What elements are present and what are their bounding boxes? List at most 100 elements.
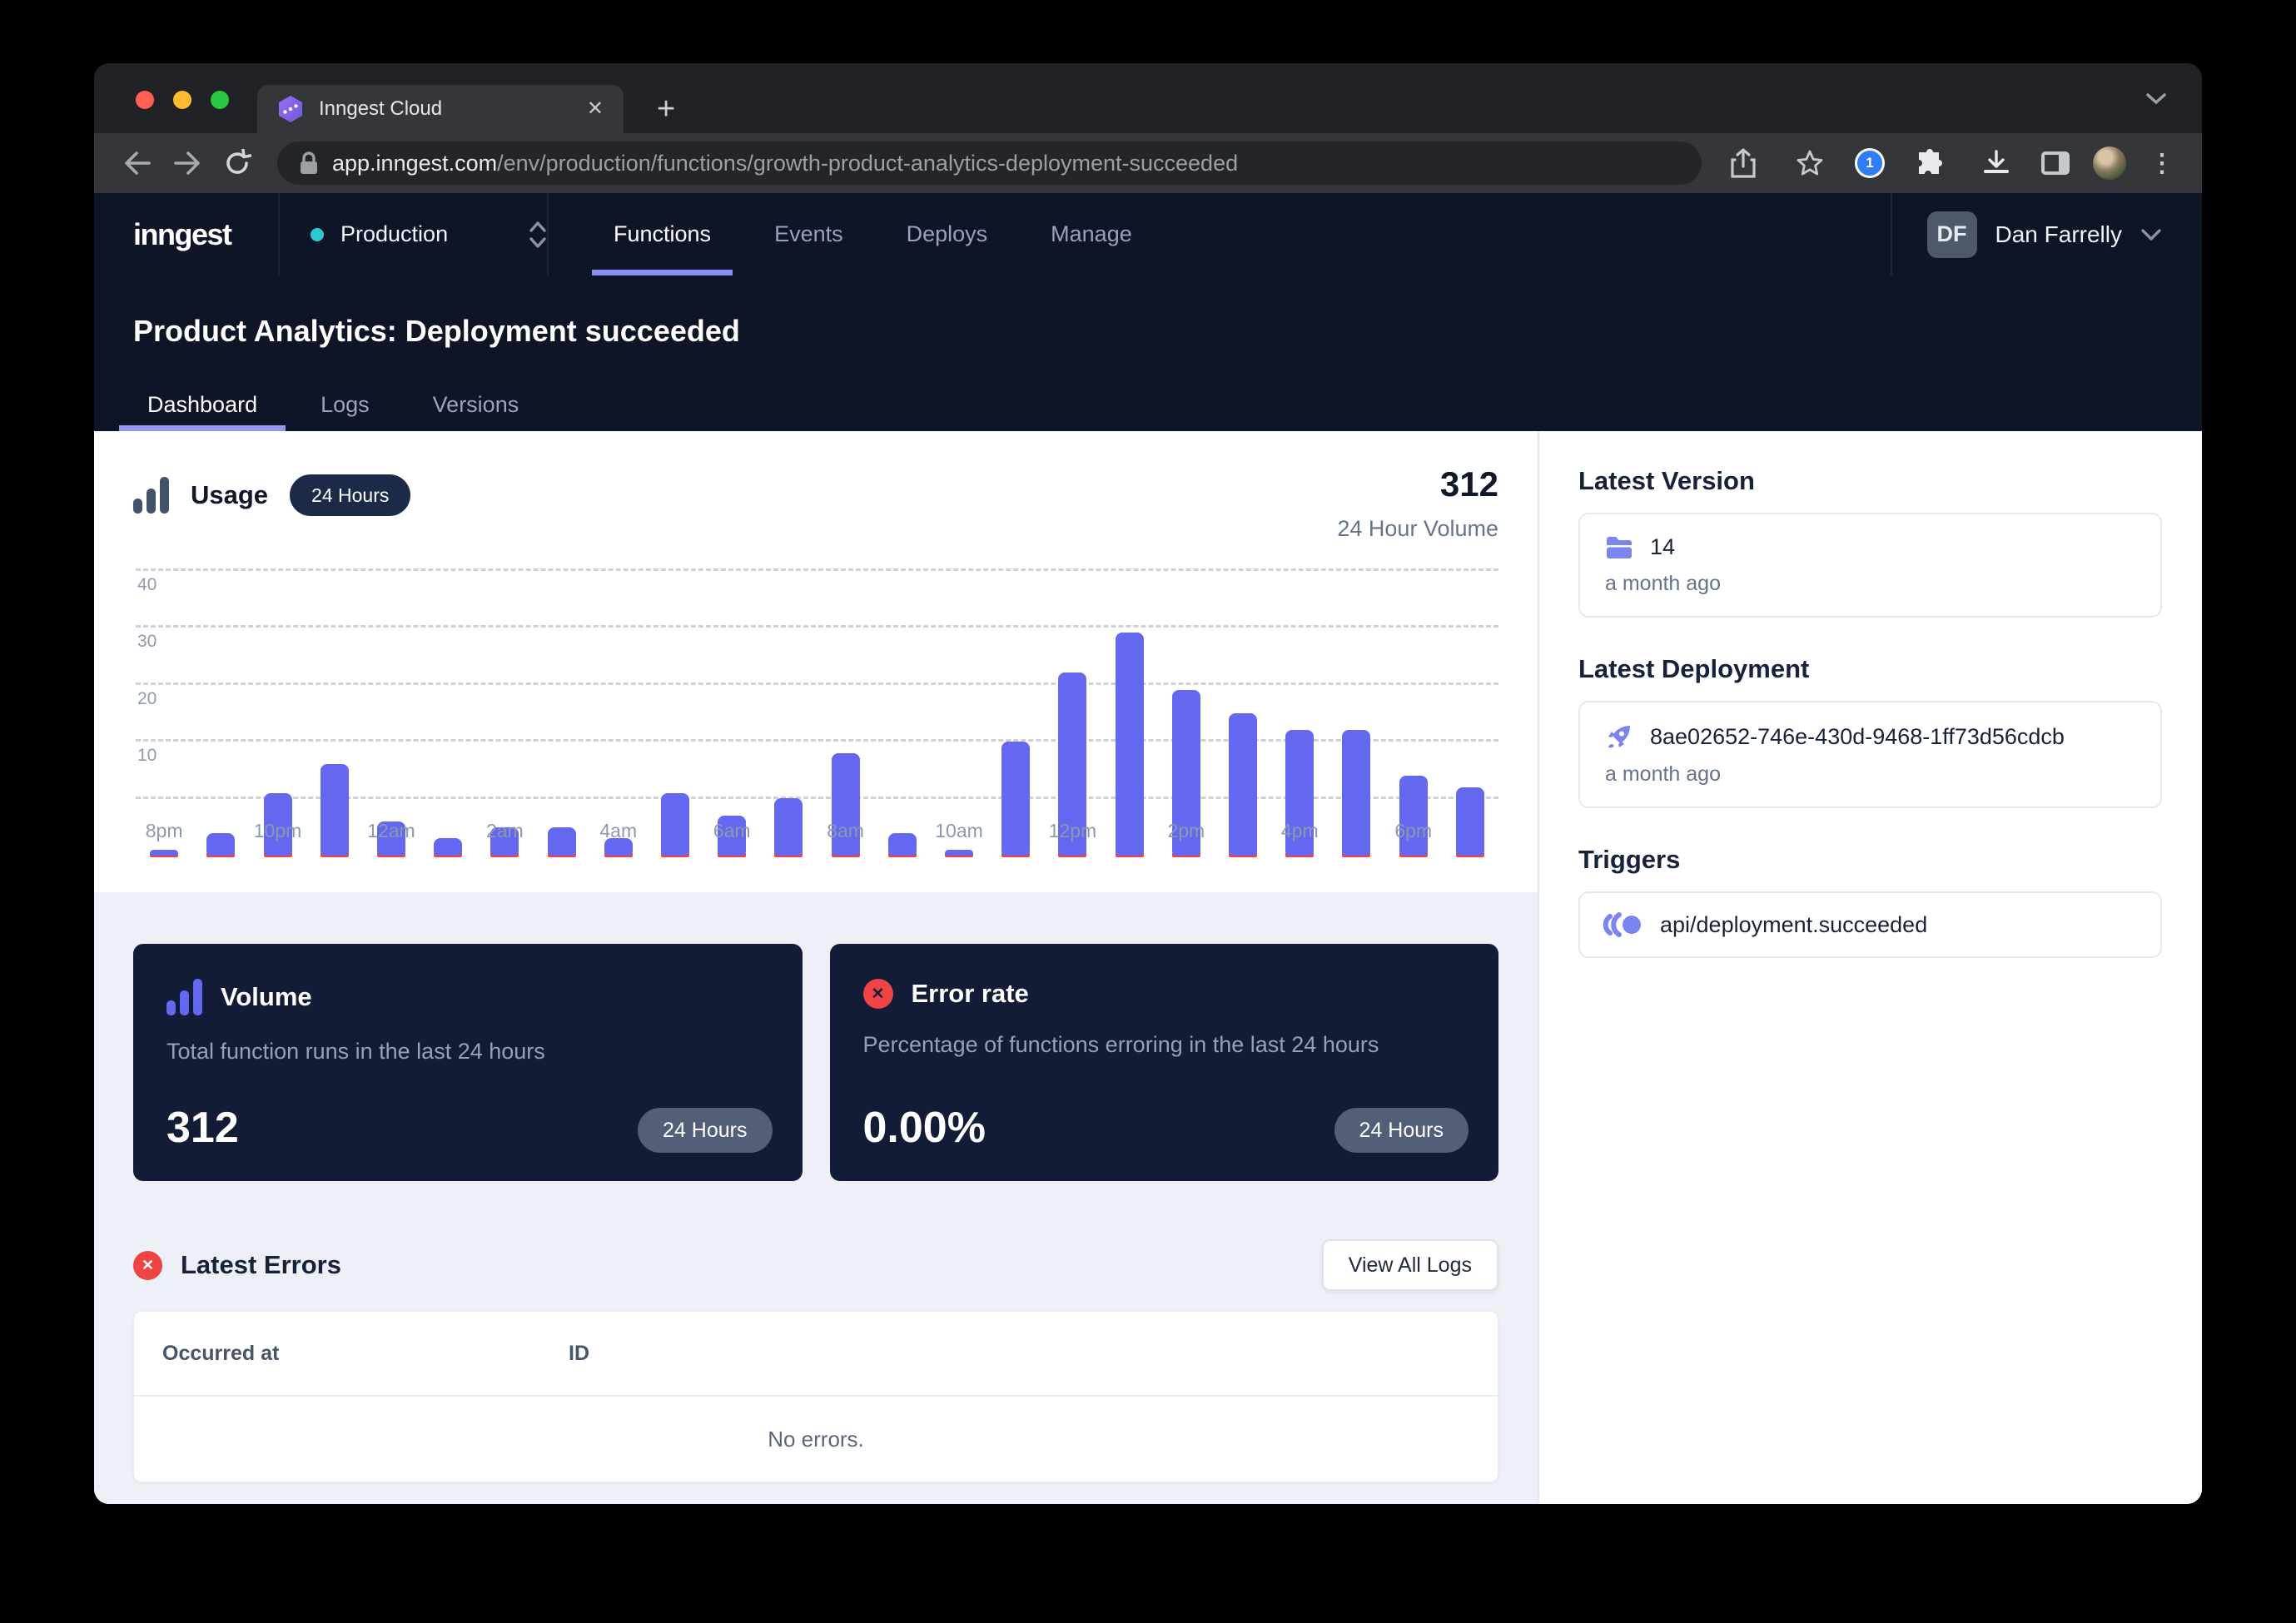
usage-bar[interactable] (377, 490, 405, 856)
user-name: Dan Farrelly (1995, 221, 2122, 248)
usage-chart-plot: 102030408pm10pm12am2am4am6am8am10am12pm2… (136, 431, 1498, 856)
inngest-logo[interactable]: inngest (94, 193, 278, 275)
nav-item-events[interactable]: Events (743, 193, 875, 275)
usage-bar[interactable] (1172, 490, 1200, 856)
onepassword-extension-icon[interactable]: 1 (1855, 148, 1885, 178)
minimize-window-button[interactable] (173, 91, 191, 109)
chart-x-tick: 8am (796, 820, 896, 842)
user-menu[interactable]: DF Dan Farrelly (1892, 193, 2202, 275)
latest-version-card[interactable]: 14 a month ago (1578, 513, 2162, 618)
usage-bar[interactable] (1399, 490, 1428, 856)
usage-bar-fill (150, 850, 178, 856)
triggers-heading: Triggers (1578, 845, 2162, 875)
usage-bar[interactable] (888, 490, 917, 856)
usage-bar[interactable] (1456, 490, 1484, 856)
tab-search-chevron-icon[interactable] (2144, 90, 2169, 107)
column-occurred-at: Occurred at (134, 1342, 569, 1366)
browser-window: Inngest Cloud ✕ + app.inngest.com/env/pr… (94, 63, 2202, 1504)
tab-logs[interactable]: Logs (306, 378, 384, 431)
view-all-logs-button[interactable]: View All Logs (1322, 1239, 1498, 1291)
usage-bar[interactable] (321, 490, 349, 856)
usage-bar[interactable] (1001, 490, 1030, 856)
trigger-event-name: api/deployment.succeeded (1660, 912, 1927, 938)
download-icon[interactable] (1975, 141, 2018, 185)
usage-bar-fill (1399, 776, 1428, 856)
nav-item-manage[interactable]: Manage (1019, 193, 1164, 275)
volume-card-description: Total function runs in the last 24 hours (166, 1039, 769, 1065)
error-rate-description: Percentage of functions erroring in the … (863, 1032, 1466, 1058)
nav-item-deploys[interactable]: Deploys (875, 193, 1020, 275)
usage-bar[interactable] (206, 490, 235, 856)
new-tab-button[interactable]: + (657, 93, 675, 125)
volume-card-badge[interactable]: 24 Hours (638, 1108, 772, 1153)
rocket-icon (1605, 722, 1633, 751)
latest-deployment-heading: Latest Deployment (1578, 654, 2162, 684)
latest-errors-title: Latest Errors (181, 1250, 341, 1280)
usage-bar[interactable] (832, 490, 860, 856)
extensions-puzzle-icon[interactable] (1908, 141, 1951, 185)
environment-updown-icon (529, 221, 547, 249)
share-icon[interactable] (1722, 141, 1765, 185)
volume-card-title: Volume (221, 982, 312, 1012)
tab-close-icon[interactable]: ✕ (587, 99, 604, 119)
latest-errors-x-icon: ✕ (133, 1251, 162, 1280)
tab-dashboard[interactable]: Dashboard (133, 378, 271, 431)
production-status-dot (311, 228, 324, 241)
chart-x-tick: 8pm (114, 820, 214, 842)
environment-switcher[interactable]: Production (280, 193, 547, 275)
error-rate-value: 0.00% (863, 1103, 986, 1153)
latest-version-heading: Latest Version (1578, 466, 2162, 496)
url-bar[interactable]: app.inngest.com/env/production/functions… (277, 141, 1702, 185)
chart-x-tick: 6am (682, 820, 782, 842)
nav-item-functions[interactable]: Functions (582, 193, 743, 275)
close-window-button[interactable] (136, 91, 154, 109)
errors-empty-message: No errors. (134, 1397, 1498, 1482)
volume-bars-icon (166, 979, 202, 1015)
browser-menu-icon[interactable]: ⋮ (2149, 149, 2175, 178)
latest-deployment-time: a month ago (1605, 762, 2135, 787)
lock-icon (299, 151, 319, 176)
forward-button[interactable] (166, 141, 209, 185)
usage-bar[interactable] (661, 490, 689, 856)
latest-deployment-id: 8ae02652-746e-430d-9468-1ff73d56cdcb (1650, 724, 2065, 750)
usage-bar[interactable] (264, 490, 292, 856)
bookmark-star-icon[interactable] (1788, 141, 1831, 185)
usage-bar[interactable] (1116, 490, 1144, 856)
browser-profile-avatar[interactable] (2093, 146, 2126, 180)
usage-bar[interactable] (434, 490, 462, 856)
usage-bar[interactable] (1058, 490, 1086, 856)
usage-bar[interactable] (1229, 490, 1257, 856)
usage-bar[interactable] (604, 490, 633, 856)
volume-card: Volume Total function runs in the last 2… (133, 944, 803, 1181)
usage-bar[interactable] (718, 490, 746, 856)
error-x-icon: ✕ (863, 979, 893, 1009)
tab-title: Inngest Cloud (319, 97, 572, 121)
usage-bar-fill (945, 850, 973, 856)
latest-version-time: a month ago (1605, 572, 2135, 596)
latest-deployment-card[interactable]: 8ae02652-746e-430d-9468-1ff73d56cdcb a m… (1578, 701, 2162, 808)
inngest-favicon (277, 95, 304, 123)
usage-bar[interactable] (1285, 490, 1314, 856)
trigger-card[interactable]: api/deployment.succeeded (1578, 891, 2162, 958)
chart-x-tick: 4am (569, 820, 668, 842)
folder-icon (1605, 535, 1633, 560)
errors-table: Occurred at ID No errors. (133, 1311, 1498, 1482)
app-nav-bar: inngest Production Functions Events Depl… (94, 193, 2202, 275)
usage-bar[interactable] (774, 490, 803, 856)
tab-versions[interactable]: Versions (419, 378, 534, 431)
back-button[interactable] (116, 141, 159, 185)
fullscreen-window-button[interactable] (211, 91, 229, 109)
browser-tab[interactable]: Inngest Cloud ✕ (257, 85, 624, 133)
usage-bar[interactable] (548, 490, 576, 856)
reload-button[interactable] (216, 141, 259, 185)
usage-bar[interactable] (150, 490, 178, 856)
usage-bar[interactable] (945, 490, 973, 856)
user-menu-chevron-icon (2140, 228, 2162, 241)
usage-bar[interactable] (1342, 490, 1370, 856)
browser-toolbar: app.inngest.com/env/production/functions… (94, 133, 2202, 193)
side-panel-icon[interactable] (2041, 151, 2070, 175)
usage-bar[interactable] (490, 490, 519, 856)
error-rate-badge[interactable]: 24 Hours (1334, 1108, 1469, 1153)
url-path: /env/production/functions/growth-product… (497, 151, 1238, 176)
browser-tab-strip: Inngest Cloud ✕ + (94, 63, 2202, 133)
